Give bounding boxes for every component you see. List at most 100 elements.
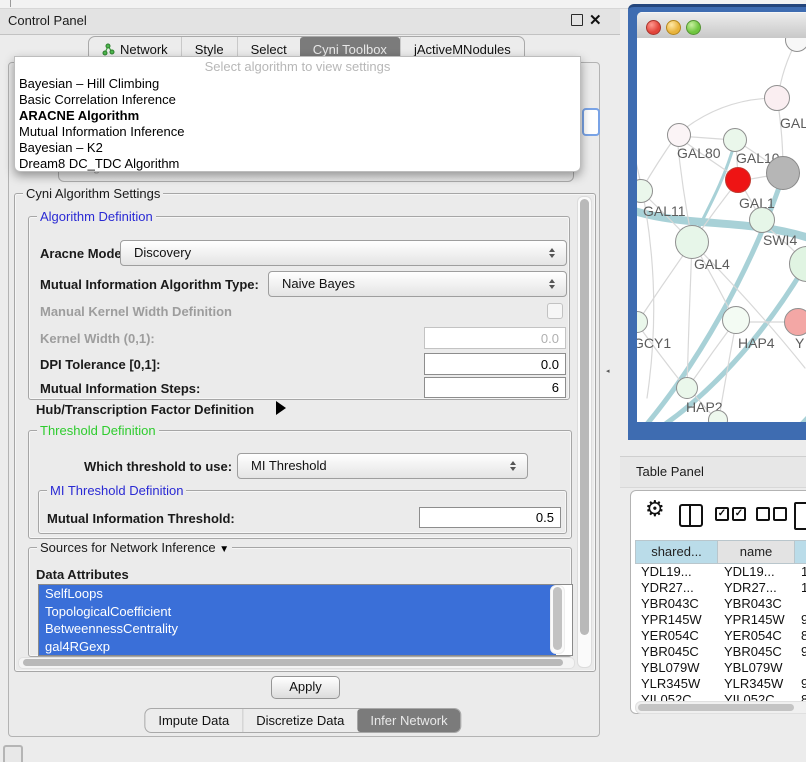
zoom-traffic-light-icon[interactable]: [686, 20, 701, 35]
network-node-hap2[interactable]: [676, 377, 698, 399]
aracne-mode-combo[interactable]: Discovery: [120, 240, 567, 266]
collapse-arrow-icon[interactable]: ▼: [219, 544, 229, 555]
table-row[interactable]: YBR043CYBR043C: [635, 596, 806, 612]
dpi-tolerance-input[interactable]: [424, 353, 566, 375]
data-attributes-label: Data Attributes: [36, 567, 129, 582]
close-icon[interactable]: ✕: [589, 11, 602, 29]
list-item-gal4rgexp[interactable]: gal4RGexp: [39, 638, 556, 656]
attribute-list-scrollbar-thumb[interactable]: [553, 587, 562, 650]
control-panel-titlebar: [0, 9, 620, 35]
network-node-hap4[interactable]: [722, 306, 750, 334]
gear-icon[interactable]: ⚙: [645, 496, 665, 522]
settings-horizontal-scrollbar-thumb[interactable]: [23, 659, 563, 666]
which-threshold-combo[interactable]: MI Threshold: [237, 453, 528, 479]
table-cell: YBL079W: [635, 660, 718, 676]
node-label-gcy1: GCY1: [637, 335, 671, 351]
table-row[interactable]: YPR145WYPR145W9.: [635, 612, 806, 628]
mi-threshold-input[interactable]: [419, 507, 561, 528]
network-window: GAL7GAL80GAL10GAL1GAL11SWI4GAL4GCY1HAP4Y…: [637, 12, 806, 422]
column-header-shared[interactable]: shared...: [635, 540, 718, 564]
settings-vertical-scrollbar[interactable]: [577, 196, 592, 668]
tab-label: Style: [195, 42, 224, 57]
dock-panel-icon[interactable]: [3, 745, 23, 762]
table-cell: YLR345W: [718, 676, 795, 692]
mi-algorithm-type-combo[interactable]: Naive Bayes: [268, 271, 567, 297]
select-all-checkbox-icon[interactable]: ✓: [732, 507, 746, 521]
data-attributes-list[interactable]: SelfLoopsTopologicalCoefficientBetweenne…: [38, 584, 573, 656]
float-window-icon[interactable]: [571, 14, 583, 26]
table-cell: YBR045C: [718, 644, 795, 660]
manual-kernel-width-checkbox[interactable]: [547, 303, 563, 319]
bottom-tab-discretize-data[interactable]: Discretize Data: [242, 709, 357, 732]
network-canvas[interactable]: GAL7GAL80GAL10GAL1GAL11SWI4GAL4GCY1HAP4Y…: [637, 38, 806, 422]
apply-button[interactable]: Apply: [271, 676, 340, 699]
network-node[interactable]: [766, 156, 800, 190]
table-row[interactable]: YIL052CYIL052C8: [635, 692, 806, 701]
settings-vertical-scrollbar-thumb[interactable]: [580, 199, 589, 635]
attribute-list-scrollbar[interactable]: [550, 585, 565, 654]
select-all-checkbox-icon[interactable]: ✓: [715, 507, 729, 521]
menu-item-aracne-algorithm[interactable]: ARACNE Algorithm: [15, 107, 580, 123]
table-cell: YDL19...: [718, 564, 795, 580]
network-node-gal80[interactable]: [667, 123, 691, 147]
table-cell: YBR043C: [635, 596, 718, 612]
file-icon[interactable]: [794, 502, 806, 530]
network-node-gal1[interactable]: [725, 167, 751, 193]
list-item-topologicalcoefficient[interactable]: TopologicalCoefficient: [39, 603, 556, 621]
table-row[interactable]: YBL079WYBL079W: [635, 660, 806, 676]
network-node-gal7[interactable]: [764, 85, 790, 111]
tab-label: jActiveMNodules: [414, 42, 511, 57]
table-horizontal-scrollbar-thumb[interactable]: [638, 704, 794, 711]
network-node-y[interactable]: [784, 308, 806, 336]
column-header-name[interactable]: name: [718, 540, 795, 564]
menu-item-bayesian-hill-climbing[interactable]: Bayesian – Hill Climbing: [15, 75, 580, 91]
network-node-gal4[interactable]: [675, 225, 709, 259]
table-cell: [795, 596, 806, 612]
column-header-extra[interactable]: [795, 540, 806, 564]
table-cell: YIL052C: [718, 692, 795, 701]
deselect-all-checkbox-icon[interactable]: [756, 507, 770, 521]
inference-algorithm-combo-end[interactable]: [582, 108, 600, 136]
network-edge: [679, 98, 777, 133]
bottom-tab-infer-network[interactable]: Infer Network: [357, 709, 460, 732]
settings-horizontal-scrollbar[interactable]: [18, 657, 575, 669]
menu-item-basic-correlation-inference[interactable]: Basic Correlation Inference: [15, 91, 580, 107]
columns-icon[interactable]: [679, 504, 703, 527]
table-row[interactable]: YER054CYER054C8.: [635, 628, 806, 644]
menu-item-bayesian-k2[interactable]: Bayesian – K2: [15, 139, 580, 155]
menu-item-mutual-information-inference[interactable]: Mutual Information Inference: [15, 123, 580, 139]
settings-group-title: Cyni Algorithm Settings: [23, 186, 163, 201]
deselect-all-checkbox-icon[interactable]: [773, 507, 787, 521]
panel-splitter-handle[interactable]: ◂: [606, 368, 612, 375]
table-horizontal-scrollbar[interactable]: [635, 701, 806, 714]
network-node-swi4[interactable]: [749, 207, 775, 233]
table-cell: 8: [795, 692, 806, 701]
bottom-tab-impute-data[interactable]: Impute Data: [145, 709, 242, 732]
table-row[interactable]: YBR045CYBR045C9.: [635, 644, 806, 660]
menu-item-dream8-dc-tdc-algorithm[interactable]: Dream8 DC_TDC Algorithm: [15, 155, 580, 171]
table-row[interactable]: YDR27...YDR27...12: [635, 580, 806, 596]
node-label-y: Y: [795, 335, 804, 351]
network-edge: [652, 266, 805, 422]
close-traffic-light-icon[interactable]: [646, 20, 661, 35]
minimize-traffic-light-icon[interactable]: [666, 20, 681, 35]
expand-arrow-icon[interactable]: [276, 401, 286, 415]
table-cell: YBR043C: [718, 596, 795, 612]
list-item-selfloops[interactable]: SelfLoops: [39, 585, 556, 603]
table-header-row: shared...name: [635, 540, 806, 564]
dpi-tolerance-label: DPI Tolerance [0,1]:: [40, 357, 160, 372]
node-label-hap4: HAP4: [738, 335, 775, 351]
network-node-gal10[interactable]: [723, 128, 747, 152]
kernel-width-input[interactable]: [424, 327, 566, 349]
table-row[interactable]: YDL19...YDL19...13: [635, 564, 806, 580]
table-row[interactable]: YLR345WYLR345W9.: [635, 676, 806, 692]
hub-section-label[interactable]: Hub/Transcription Factor Definition: [36, 402, 254, 417]
table-cell: 9.: [795, 612, 806, 628]
network-window-titlebar[interactable]: [637, 12, 806, 40]
mi-threshold-definition-title: MI Threshold Definition: [47, 483, 186, 498]
mi-algorithm-type-label: Mutual Information Algorithm Type:: [40, 277, 259, 292]
mi-steps-input[interactable]: [424, 377, 566, 398]
application-window: Control Panel ✕ NetworkStyleSelectCyni T…: [0, 0, 806, 762]
aracne-mode-label: Aracne Mode:: [40, 246, 126, 261]
list-item-betweennesscentrality[interactable]: BetweennessCentrality: [39, 620, 556, 638]
